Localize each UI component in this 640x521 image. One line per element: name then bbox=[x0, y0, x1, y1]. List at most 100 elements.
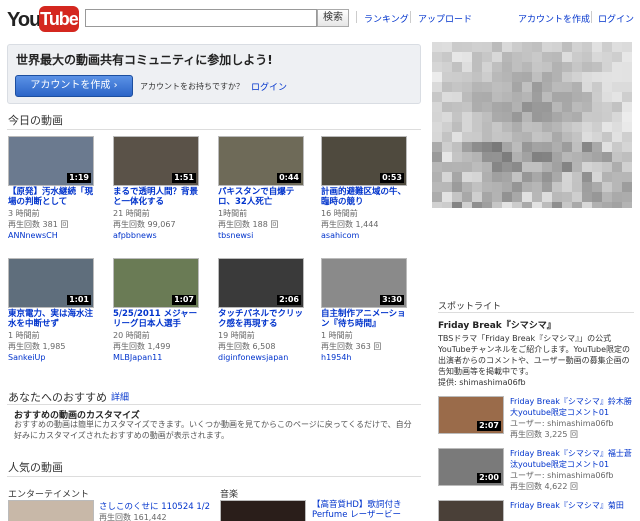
create-account-button[interactable]: アカウントを作成 › bbox=[15, 75, 133, 97]
spotlight-thumbnail[interactable]: 2:00 bbox=[438, 448, 504, 486]
mosaic-tile bbox=[452, 192, 462, 202]
mosaic-tile bbox=[482, 82, 492, 92]
popular-video-title[interactable]: 【高音質HD】歌詞付き Perfume レーザービー bbox=[312, 500, 422, 520]
mosaic-tile bbox=[602, 182, 612, 192]
mosaic-tile bbox=[442, 42, 452, 52]
promo-login-link[interactable]: ログイン bbox=[251, 80, 287, 93]
video-tile[interactable]: 3:30 自主制作アニメーション『待ち時間』 1 時間前 再生回数 363 回 h195… bbox=[321, 258, 417, 378]
mosaic-tile bbox=[502, 72, 512, 82]
video-title[interactable]: まるで透明人間？背景と一体化する bbox=[113, 187, 205, 207]
spotlight-video[interactable]: Friday Break『シマシマ』菊田 bbox=[438, 500, 634, 521]
create-account-link[interactable]: アカウントを作成 bbox=[518, 12, 590, 25]
mosaic-tile bbox=[542, 92, 552, 102]
video-title[interactable]: 【原発】汚水継続「現場の判断として bbox=[8, 187, 100, 207]
video-tile[interactable]: 0:44 パキスタンで自爆テロ、32人死亡 1時間前 再生回数 188 回 tbsnew… bbox=[218, 136, 314, 256]
mosaic-tile bbox=[472, 162, 482, 172]
video-thumbnail[interactable]: 0:44 bbox=[218, 136, 304, 186]
mosaic-tile bbox=[612, 62, 622, 72]
mosaic-tile bbox=[462, 202, 472, 208]
mosaic-tile bbox=[612, 112, 622, 122]
video-tile[interactable]: 1:01 東京電力、実は海水注水を中断せず 1 時間前 再生回数 1,985 Sanke… bbox=[8, 258, 104, 378]
mosaic-tile bbox=[622, 182, 632, 192]
spotlight-video-title[interactable]: Friday Break『シマシマ』菊田 bbox=[510, 500, 634, 511]
mosaic-tile bbox=[482, 72, 492, 82]
mosaic-tile bbox=[542, 192, 552, 202]
video-views: 再生回数 188 回 bbox=[218, 220, 279, 229]
video-title[interactable]: 東京電力、実は海水注水を中断せず bbox=[8, 309, 100, 329]
spotlight-thumbnail[interactable]: 2:07 bbox=[438, 396, 504, 434]
popular-thumbnail[interactable] bbox=[8, 500, 94, 521]
mosaic-tile bbox=[602, 132, 612, 142]
mosaic-tile bbox=[622, 82, 632, 92]
video-channel[interactable]: afpbbnews bbox=[113, 231, 209, 241]
video-tile[interactable]: 1:51 まるで透明人間？背景と一体化する 21 時間前 再生回数 99,067 afp… bbox=[113, 136, 209, 256]
mosaic-tile bbox=[542, 102, 552, 112]
popular-video-title[interactable]: さしこのくせに 110524 1/2 bbox=[99, 500, 210, 512]
mosaic-tile bbox=[522, 72, 532, 82]
video-tile[interactable]: 0:53 計画的避難区域の牛、臨時の競り 16 時間前 再生回数 1,444 asahi… bbox=[321, 136, 417, 256]
video-thumbnail[interactable]: 1:19 bbox=[8, 136, 94, 186]
mosaic-tile bbox=[492, 172, 502, 182]
spotlight-video[interactable]: 2:07 Friday Break『シマシマ』鈴木勝大youtube限定コメント0… bbox=[438, 396, 634, 442]
mosaic-tile bbox=[442, 182, 452, 192]
spotlight-channel-name[interactable]: Friday Break『シマシマ』 bbox=[438, 318, 556, 331]
video-title[interactable]: 計画的避難区域の牛、臨時の競り bbox=[321, 187, 413, 207]
video-channel[interactable]: MLBJapan11 bbox=[113, 353, 209, 363]
youtube-logo[interactable]: You Tube bbox=[7, 5, 79, 33]
mosaic-tile bbox=[592, 92, 602, 102]
search-input[interactable] bbox=[85, 9, 317, 27]
category-music[interactable]: 音楽 bbox=[220, 487, 238, 500]
popular-thumbnail[interactable] bbox=[220, 500, 306, 521]
video-title[interactable]: 自主制作アニメーション『待ち時間』 bbox=[321, 309, 413, 329]
mosaic-tile bbox=[592, 142, 602, 152]
video-channel[interactable]: asahicom bbox=[321, 231, 417, 241]
video-channel[interactable]: ANNnewsCH bbox=[8, 231, 104, 241]
mosaic-tile bbox=[622, 122, 632, 132]
video-tile[interactable]: 1:19 【原発】汚水継続「現場の判断として 3 時間前 再生回数 381 回 ANNn… bbox=[8, 136, 104, 256]
spotlight-thumbnail[interactable] bbox=[438, 500, 504, 521]
mosaic-tile bbox=[562, 162, 572, 172]
video-thumbnail[interactable]: 0:53 bbox=[321, 136, 407, 186]
upload-link[interactable]: アップロード bbox=[418, 12, 472, 25]
video-channel[interactable]: h1954h bbox=[321, 353, 417, 363]
video-title[interactable]: タッチパネルでクリック感を再現する bbox=[218, 309, 310, 329]
ranking-link[interactable]: ランキング bbox=[364, 12, 409, 25]
mosaic-tile bbox=[622, 192, 632, 202]
mosaic-tile bbox=[522, 152, 532, 162]
spotlight-video-title[interactable]: Friday Break『シマシマ』福士蒼汰youtube限定コメント01 bbox=[510, 448, 634, 470]
login-link[interactable]: ログイン bbox=[598, 12, 634, 25]
mosaic-tile bbox=[542, 62, 552, 72]
category-entertainment[interactable]: エンターテイメント bbox=[8, 487, 89, 500]
mosaic-tile bbox=[572, 102, 582, 112]
video-thumbnail[interactable]: 1:51 bbox=[113, 136, 199, 186]
mosaic-tile bbox=[512, 72, 522, 82]
video-thumbnail[interactable]: 1:01 bbox=[8, 258, 94, 308]
video-channel[interactable]: diginfonewsjapan bbox=[218, 353, 314, 363]
mosaic-tile bbox=[432, 52, 442, 62]
mosaic-tile bbox=[562, 92, 572, 102]
video-thumbnail[interactable]: 2:06 bbox=[218, 258, 304, 308]
video-duration: 2:07 bbox=[477, 421, 501, 431]
recommend-detail-link[interactable]: 詳細 bbox=[111, 390, 129, 403]
mosaic-tile bbox=[532, 112, 542, 122]
header-divider bbox=[591, 11, 592, 23]
spotlight-video-title[interactable]: Friday Break『シマシマ』鈴木勝大youtube限定コメント01 bbox=[510, 396, 634, 418]
mosaic-tile bbox=[502, 42, 512, 52]
spotlight-video[interactable]: 2:00 Friday Break『シマシマ』福士蒼汰youtube限定コメント0… bbox=[438, 448, 634, 494]
mosaic-tile bbox=[452, 122, 462, 132]
video-title[interactable]: パキスタンで自爆テロ、32人死亡 bbox=[218, 187, 310, 207]
mosaic-tile bbox=[442, 52, 452, 62]
video-thumbnail[interactable]: 3:30 bbox=[321, 258, 407, 308]
video-title[interactable]: 5/25/2011 メジャーリーグ日本人選手 bbox=[113, 309, 205, 329]
spotlight-title: スポットライト bbox=[438, 302, 502, 312]
video-channel[interactable]: SankeiUp bbox=[8, 353, 104, 363]
search-button[interactable]: 検索 bbox=[317, 9, 349, 27]
mosaic-tile bbox=[452, 202, 462, 208]
video-tile[interactable]: 1:07 5/25/2011 メジャーリーグ日本人選手 20 時間前 再生回数 1,4… bbox=[113, 258, 209, 378]
mosaic-tile bbox=[602, 142, 612, 152]
video-channel[interactable]: tbsnewsi bbox=[218, 231, 314, 241]
video-thumbnail[interactable]: 1:07 bbox=[113, 258, 199, 308]
pixelated-ad-image[interactable] bbox=[432, 42, 632, 208]
video-tile[interactable]: 2:06 タッチパネルでクリック感を再現する 19 時間前 再生回数 6,508 dig… bbox=[218, 258, 314, 378]
mosaic-tile bbox=[472, 82, 482, 92]
